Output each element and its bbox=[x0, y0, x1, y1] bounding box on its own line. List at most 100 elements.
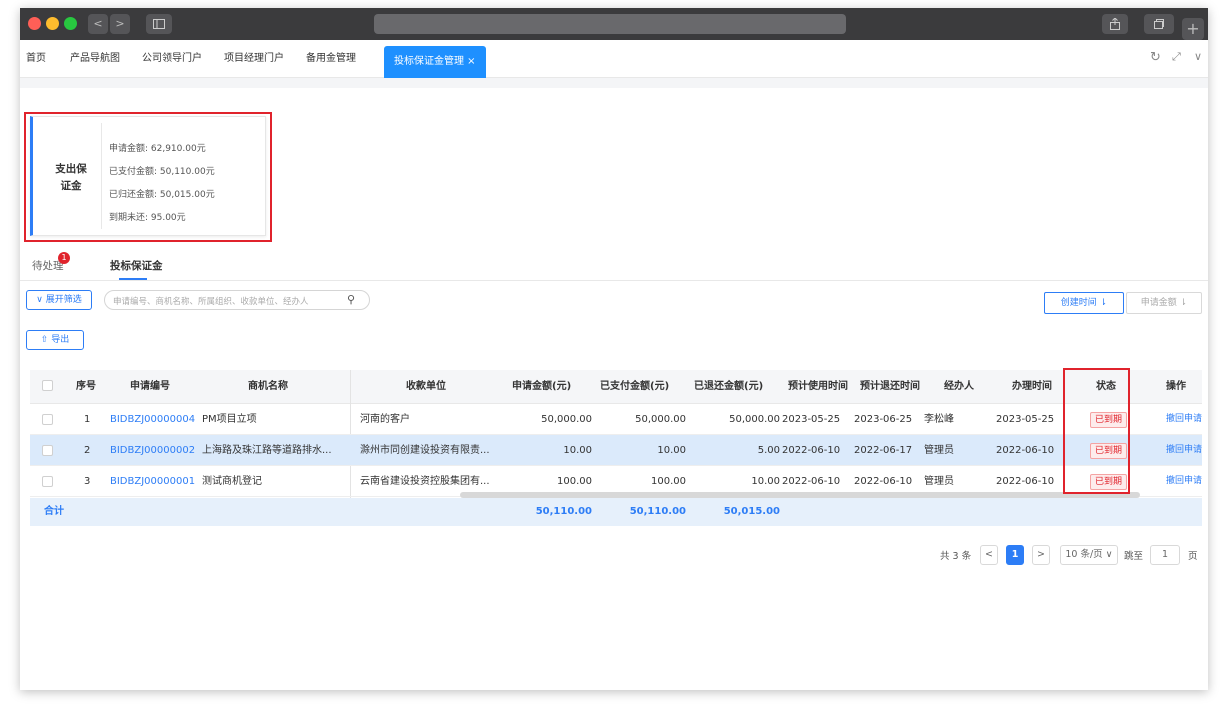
tabs-overview-button[interactable] bbox=[1144, 14, 1174, 34]
total-apply-amount: 50,110.00 bbox=[535, 506, 592, 517]
row-paid-amount: 50,000.00 bbox=[635, 414, 686, 425]
row-handler: 管理员 bbox=[924, 445, 954, 456]
row-use-date: 2023-05-25 bbox=[782, 414, 841, 425]
share-icon bbox=[1110, 17, 1120, 30]
col-code: 申请编号 bbox=[130, 381, 170, 392]
status-column-highlight-box bbox=[1063, 368, 1130, 494]
share-button[interactable] bbox=[1102, 14, 1128, 34]
tab-home[interactable]: 首页 bbox=[26, 40, 46, 78]
app-tab-bar: 首页 产品导航图 公司领导门户 项目经理门户 备用金管理 投标保证金管理 × ↻… bbox=[20, 40, 1208, 78]
row-refunded-amount: 5.00 bbox=[757, 445, 780, 456]
tab-product-nav[interactable]: 产品导航图 bbox=[70, 40, 120, 78]
total-label: 合计 bbox=[44, 506, 64, 517]
row-return-date: 2022-06-17 bbox=[854, 445, 913, 456]
search-input[interactable]: 申请编号、商机名称、所属组织、收款单位、经办人 ⚲ bbox=[104, 290, 370, 310]
row-payee: 滁州市同创建设投资有限责... bbox=[360, 445, 490, 456]
pending-count-badge: 1 bbox=[58, 252, 70, 264]
col-paid-amount: 已支付金额(元) bbox=[600, 381, 670, 392]
row-code-link[interactable]: BIDBZJ00000002 bbox=[110, 435, 195, 466]
prev-page-button[interactable]: < bbox=[980, 545, 998, 565]
export-button[interactable]: ⇧ 导出 bbox=[26, 330, 84, 350]
close-window-button[interactable] bbox=[28, 17, 41, 30]
fullscreen-icon[interactable]: ⤢ bbox=[1172, 50, 1181, 64]
col-payee: 收款单位 bbox=[406, 381, 446, 392]
row-apply-amount: 10.00 bbox=[563, 445, 592, 456]
table-row[interactable]: 2 BIDBZJ00000002 上海路及珠江路等道路排水... 滁州市同创建设… bbox=[30, 435, 1202, 466]
row-payee: 河南的客户 bbox=[360, 414, 410, 425]
sort-amount-button[interactable]: 申请金额 ⇂ bbox=[1126, 292, 1202, 314]
select-all-checkbox[interactable] bbox=[42, 380, 53, 391]
sidebar-icon bbox=[153, 19, 165, 29]
table-row[interactable]: 1 BIDBZJ00000004 PM项目立项 河南的客户 50,000.00 … bbox=[30, 404, 1202, 435]
col-refunded-amount: 已退还金额(元) bbox=[694, 381, 764, 392]
row-return-date: 2023-06-25 bbox=[854, 414, 913, 425]
subtab-divider bbox=[20, 280, 1208, 281]
table-header: 序号 申请编号 商机名称 收款单位 申请金额(元) 已支付金额(元) 已退还金额… bbox=[30, 370, 1202, 404]
total-refunded-amount: 50,015.00 bbox=[723, 506, 780, 517]
col-opportunity: 商机名称 bbox=[248, 381, 288, 392]
tab-bid-deposit-list[interactable]: 投标保证金 bbox=[110, 258, 163, 273]
tabs-overview-icon bbox=[1154, 19, 1164, 29]
sidebar-toggle-button[interactable] bbox=[146, 14, 172, 34]
browser-window: < > + 首页 产品导航图 公司领导门户 项目经理门户 备用金管理 投标保证金… bbox=[20, 8, 1208, 690]
total-paid-amount: 50,110.00 bbox=[629, 506, 686, 517]
col-handler: 经办人 bbox=[944, 381, 974, 392]
tab-pm-portal[interactable]: 项目经理门户 bbox=[224, 40, 284, 78]
withdraw-request-link[interactable]: 撤回申请 bbox=[1166, 466, 1202, 497]
address-bar[interactable] bbox=[374, 14, 846, 34]
row-opportunity: PM项目立项 bbox=[202, 414, 257, 425]
search-icon[interactable]: ⚲ bbox=[347, 293, 355, 306]
sort-created-button[interactable]: 创建时间 ⇂ bbox=[1044, 292, 1124, 314]
row-refunded-amount: 50,000.00 bbox=[729, 414, 780, 425]
col-index: 序号 bbox=[76, 381, 96, 392]
tab-bid-deposit[interactable]: 投标保证金管理 × bbox=[384, 46, 486, 78]
tab-petty-cash[interactable]: 备用金管理 bbox=[306, 40, 356, 78]
col-use-date: 预计使用时间 bbox=[788, 381, 848, 392]
expand-filter-button[interactable]: ∨ 展开筛选 bbox=[26, 290, 92, 310]
col-process-date: 办理时间 bbox=[1012, 381, 1052, 392]
forward-button[interactable]: > bbox=[110, 14, 130, 34]
col-return-date: 预计退还时间 bbox=[860, 381, 920, 392]
summary-highlight-box bbox=[24, 112, 272, 242]
total-count: 共 3 条 bbox=[940, 551, 972, 562]
row-code-link[interactable]: BIDBZJ00000004 bbox=[110, 404, 195, 435]
col-actions: 操作 bbox=[1166, 381, 1186, 392]
col-apply-amount: 申请金额(元) bbox=[512, 381, 572, 392]
export-icon: ⇧ bbox=[40, 335, 52, 345]
total-row: 合计 50,110.00 50,110.00 50,015.00 bbox=[30, 498, 1202, 526]
row-index: 3 bbox=[84, 476, 91, 487]
row-handler: 李松峰 bbox=[924, 414, 954, 425]
row-opportunity: 上海路及珠江路等道路排水... bbox=[202, 445, 332, 456]
main-content: 支出保证金 申请金额: 62,910.00元 已支付金额: 50,110.00元… bbox=[20, 78, 1208, 690]
next-page-button[interactable]: > bbox=[1032, 545, 1050, 565]
back-button[interactable]: < bbox=[88, 14, 108, 34]
row-opportunity: 测试商机登记 bbox=[202, 476, 262, 487]
row-code-link[interactable]: BIDBZJ00000001 bbox=[110, 466, 195, 497]
row-checkbox[interactable] bbox=[42, 476, 53, 487]
row-process-date: 2022-06-10 bbox=[996, 445, 1055, 456]
minimize-window-button[interactable] bbox=[46, 17, 59, 30]
page-1-button[interactable]: 1 bbox=[1006, 545, 1024, 565]
withdraw-request-link[interactable]: 撤回申请 bbox=[1166, 435, 1202, 466]
page-unit-label: 页 bbox=[1188, 551, 1198, 562]
chevron-down-icon[interactable]: ∨ bbox=[1194, 50, 1202, 63]
row-use-date: 2022-06-10 bbox=[782, 445, 841, 456]
refresh-icon[interactable]: ↻ bbox=[1150, 50, 1161, 65]
export-label: 导出 bbox=[51, 335, 70, 345]
title-bar: < > + bbox=[20, 8, 1208, 40]
row-index: 1 bbox=[84, 414, 91, 425]
page-size-select[interactable]: 10 条/页 ∨ bbox=[1060, 545, 1118, 565]
maximize-window-button[interactable] bbox=[64, 17, 77, 30]
search-placeholder: 申请编号、商机名称、所属组织、收款单位、经办人 bbox=[113, 297, 309, 307]
row-apply-amount: 50,000.00 bbox=[541, 414, 592, 425]
goto-page-input[interactable]: 1 bbox=[1150, 545, 1180, 565]
content-top-band bbox=[20, 78, 1208, 88]
row-index: 2 bbox=[84, 445, 91, 456]
row-process-date: 2023-05-25 bbox=[996, 414, 1055, 425]
goto-label: 跳至 bbox=[1124, 551, 1144, 562]
new-tab-button[interactable]: + bbox=[1182, 18, 1204, 40]
withdraw-request-link[interactable]: 撤回申请 bbox=[1166, 404, 1202, 435]
tab-leader-portal[interactable]: 公司领导门户 bbox=[142, 40, 202, 78]
row-checkbox[interactable] bbox=[42, 414, 53, 425]
row-checkbox[interactable] bbox=[42, 445, 53, 456]
